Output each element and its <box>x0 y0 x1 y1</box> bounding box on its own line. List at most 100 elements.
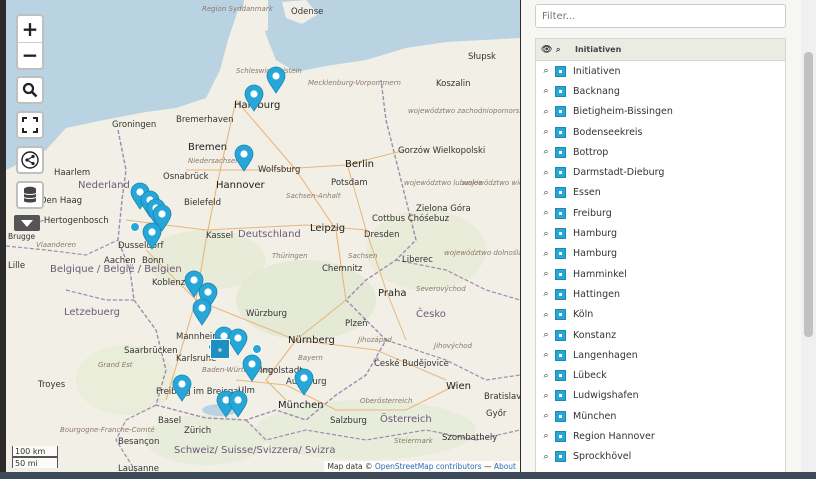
layer-row[interactable]: ⌕ Essen <box>536 183 785 203</box>
zoom-to-icon[interactable]: ⌕ <box>541 208 551 218</box>
map-label: Schweiz/ Suisse/Svizzera/ Svizra <box>174 445 336 456</box>
about-link[interactable]: About <box>494 462 516 471</box>
layer-checkbox[interactable] <box>555 85 566 97</box>
zoom-to-icon[interactable]: ⌕ <box>541 269 551 279</box>
zoom-to-icon[interactable]: ⌕ <box>541 330 551 340</box>
share-button[interactable] <box>16 146 44 174</box>
map-marker[interactable] <box>242 354 262 382</box>
layer-row[interactable]: ⌕ Sprockhövel <box>536 447 785 467</box>
map-dot-marker[interactable] <box>130 222 140 232</box>
layer-row[interactable]: ⌕ Bietigheim-Bissingen <box>536 102 785 122</box>
layer-checkbox[interactable] <box>555 106 566 118</box>
map-marker[interactable] <box>228 328 248 356</box>
map-marker[interactable] <box>192 298 212 326</box>
zoom-to-icon[interactable]: ⌕ <box>541 168 551 178</box>
zoom-to-icon[interactable]: ⌕ <box>541 86 551 96</box>
zoom-to-icon[interactable]: ⌕ <box>541 147 551 157</box>
zoom-to-icon[interactable]: ⌕ <box>541 371 551 381</box>
map-label: Plzeň <box>345 319 368 329</box>
zoom-to-icon[interactable]: ⌕ <box>541 431 551 441</box>
layer-row[interactable]: ⌕ Lübeck <box>536 365 785 385</box>
layer-checkbox[interactable] <box>555 126 566 138</box>
layer-checkbox[interactable] <box>555 329 566 341</box>
zoom-to-icon[interactable]: ⌕ <box>541 310 551 320</box>
eye-icon[interactable]: 👁 <box>541 45 553 55</box>
layer-row[interactable]: ⌕ Bottrop <box>536 142 785 162</box>
layer-checkbox[interactable] <box>555 430 566 442</box>
map-label: Bremerhaven <box>176 115 234 125</box>
zoom-out-button[interactable]: − <box>18 41 42 68</box>
zoom-to-icon[interactable]: ⌕ <box>541 411 551 421</box>
map-label: Bielefeld <box>184 198 221 208</box>
layer-row[interactable]: ⌕ München <box>536 406 785 426</box>
layer-checkbox[interactable] <box>555 146 566 158</box>
map-view[interactable]: Region SyddanmarkOdenseSłupskSchleswig-H… <box>6 0 520 472</box>
zoom-to-icon[interactable]: ⌕ <box>541 127 551 137</box>
layer-toggle-button[interactable] <box>14 215 40 231</box>
search-button[interactable] <box>16 76 44 104</box>
fullscreen-icon <box>22 117 38 133</box>
layer-row[interactable]: ⌕ Region Hannover <box>536 426 785 446</box>
layer-checkbox[interactable] <box>555 451 566 463</box>
zoom-to-icon[interactable]: ⌕ <box>541 229 551 239</box>
map-marker[interactable] <box>234 144 254 172</box>
map-marker[interactable] <box>294 368 314 396</box>
layers-button[interactable] <box>16 181 44 209</box>
map-dot-marker[interactable] <box>252 344 262 354</box>
layer-row[interactable]: ⌕ Hamburg <box>536 223 785 243</box>
layer-row[interactable]: ⌕ Backnang <box>536 81 785 101</box>
zoom-in-button[interactable]: + <box>18 16 42 42</box>
layer-checkbox[interactable] <box>555 410 566 422</box>
scrollbar-thumb[interactable] <box>804 52 813 337</box>
layer-row[interactable]: ⌕ Bodenseekreis <box>536 122 785 142</box>
map-label: Cottbus Chóśebuz <box>372 214 450 224</box>
zoom-to-icon[interactable]: ⌕ <box>541 289 551 299</box>
layer-label: Initiativen <box>573 65 621 77</box>
layer-row[interactable]: ⌕ Hattingen <box>536 284 785 304</box>
layer-checkbox[interactable] <box>555 288 566 300</box>
map-label: Koblenz <box>152 278 186 288</box>
zoom-to-icon[interactable]: ⌕ <box>541 391 551 401</box>
layer-checkbox[interactable] <box>555 248 566 260</box>
zoom-to-icon[interactable]: ⌕ <box>541 452 551 462</box>
fullscreen-button[interactable] <box>16 111 44 139</box>
filter-input[interactable] <box>535 4 786 28</box>
zoom-to-icon[interactable]: ⌕ <box>541 66 551 76</box>
layer-checkbox[interactable] <box>555 187 566 199</box>
layer-checkbox[interactable] <box>555 228 566 240</box>
layer-checkbox[interactable] <box>555 207 566 219</box>
layer-checkbox[interactable] <box>555 309 566 321</box>
layer-row[interactable]: ⌕ Ludwigshafen <box>536 386 785 406</box>
map-marker[interactable] <box>142 222 162 250</box>
layer-row[interactable]: ⌕ Hamburg <box>536 244 785 264</box>
layer-label: Köln <box>573 309 594 321</box>
layer-checkbox[interactable] <box>555 65 566 77</box>
map-label: Sachsen <box>348 252 378 260</box>
zoom-to-icon[interactable]: ⌕ <box>541 107 551 117</box>
sidebar-scrollbar[interactable] <box>801 0 816 472</box>
layer-row[interactable]: ⌕ Langenhagen <box>536 345 785 365</box>
layer-checkbox[interactable] <box>555 268 566 280</box>
layer-checkbox[interactable] <box>555 349 566 361</box>
layer-checkbox[interactable] <box>555 390 566 402</box>
zoom-to-icon[interactable]: ⌕ <box>541 188 551 198</box>
layer-checkbox[interactable] <box>555 370 566 382</box>
zoom-to-icon[interactable]: ⌕ <box>541 350 551 360</box>
layer-row[interactable]: ⌕ Freiburg <box>536 203 785 223</box>
osm-link[interactable]: OpenStreetMap contributors <box>375 462 482 471</box>
layer-label: Hamminkel <box>573 268 627 280</box>
map-label: Grand Est <box>98 361 133 369</box>
layer-checkbox[interactable] <box>555 167 566 179</box>
zoom-to-icon[interactable]: ⌕ <box>556 45 566 55</box>
cluster-marker[interactable]: ▦ <box>210 339 230 359</box>
map-marker[interactable] <box>228 390 248 418</box>
layer-row[interactable]: ⌕ Initiativen <box>536 61 785 81</box>
map-marker[interactable] <box>244 84 264 112</box>
layer-row[interactable]: ⌕ Köln <box>536 305 785 325</box>
layer-row[interactable]: ⌕ Hamminkel <box>536 264 785 284</box>
map-marker[interactable] <box>266 66 286 94</box>
zoom-to-icon[interactable]: ⌕ <box>541 249 551 259</box>
layer-row[interactable]: ⌕ Konstanz <box>536 325 785 345</box>
layer-row[interactable]: ⌕ Darmstadt-Dieburg <box>536 162 785 182</box>
map-marker[interactable] <box>172 374 192 402</box>
